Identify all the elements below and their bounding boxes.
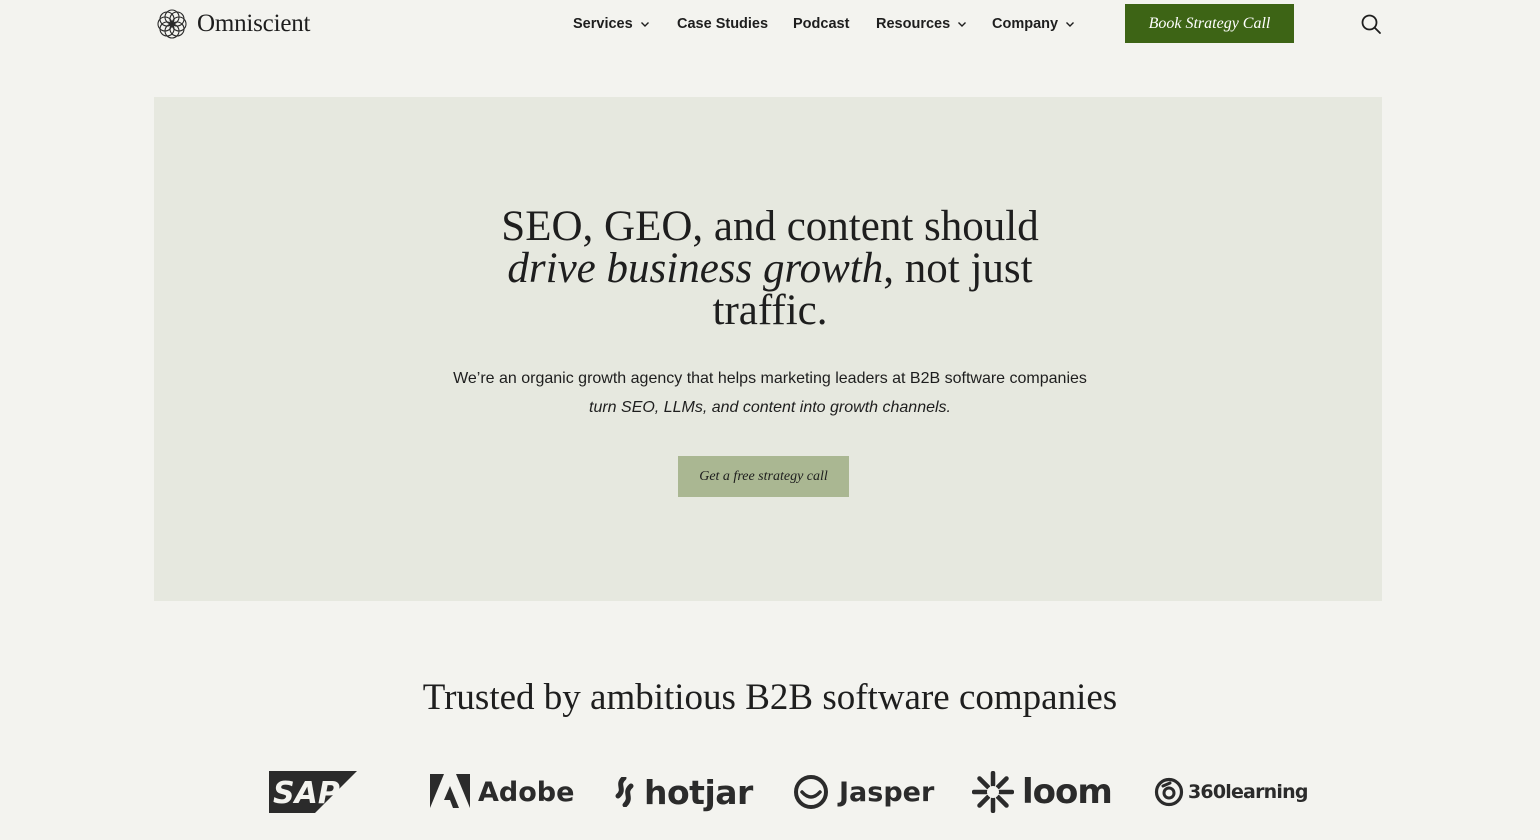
nav-item-label: Company <box>992 16 1059 32</box>
hero-subtitle-emphasis: turn SEO, LLMs, and content into growth … <box>589 399 951 416</box>
nav-item-podcast[interactable]: Podcast <box>793 14 849 34</box>
jasper-logo: Jasper <box>791 764 934 820</box>
nav-item-label: Resources <box>876 16 951 32</box>
free-strategy-call-button[interactable]: Get a free strategy call <box>678 456 849 497</box>
360learning-logo: 360learning <box>1154 764 1308 820</box>
sap-logo-text: SAP <box>273 776 340 811</box>
loom-logo: loom <box>972 764 1113 820</box>
nav-item-label: Podcast <box>793 16 850 32</box>
nav-item-services[interactable]: Services <box>573 14 650 34</box>
nav-item-label: Services <box>573 16 633 32</box>
hero-title-line1: SEO, GEO, and content should <box>501 203 1039 250</box>
chevron-down-icon <box>958 22 967 27</box>
hotjar-logo: hotjar <box>610 764 753 820</box>
nav-item-resources[interactable]: Resources <box>876 14 967 34</box>
hero-title-line3: traffic. <box>712 287 828 334</box>
adobe-logo-mark <box>430 774 470 808</box>
lattice-circle-icon <box>157 9 187 39</box>
site-header: Omniscient Services Case Studies Podcast… <box>0 0 1540 48</box>
hero-title-emphasis: drive business growth <box>507 245 884 292</box>
trusted-heading: Trusted by ambitious B2B software compan… <box>422 677 1118 718</box>
nav-item-label: Case Studies <box>677 16 769 32</box>
chevron-down-icon <box>640 22 649 27</box>
jasper-logo-text: Jasper <box>839 776 935 808</box>
hero-subtitle: We’re an organic growth agency that help… <box>0 364 1540 422</box>
nav-item-company[interactable]: Company <box>992 14 1075 34</box>
sap-logo: SAP <box>269 764 359 820</box>
client-logo-row: SAP Adobe hotjar Jasper loom 360learning <box>0 764 1540 820</box>
360learning-logo-mark <box>1154 777 1184 807</box>
brand-logo[interactable]: Omniscient <box>156 7 310 41</box>
hero-panel <box>154 97 1382 601</box>
hotjar-logo-text: hotjar <box>644 772 753 812</box>
hotjar-logo-mark <box>615 777 634 807</box>
hero-subtitle-text: We’re an organic growth agency that help… <box>453 370 1087 387</box>
brand-name: Omniscient <box>197 10 311 37</box>
adobe-logo-text: Adobe <box>478 776 575 808</box>
nav-item-case-studies[interactable]: Case Studies <box>677 14 768 34</box>
book-strategy-call-button[interactable]: Book Strategy Call <box>1125 4 1294 43</box>
hero-title-rest: , not just <box>883 245 1033 292</box>
jasper-logo-mark <box>794 775 828 809</box>
loom-logo-mark <box>972 771 1014 813</box>
360learning-logo-text: 360learning <box>1188 781 1308 803</box>
loom-logo-text: loom <box>1022 772 1113 812</box>
search-icon <box>1361 14 1381 34</box>
adobe-logo: Adobe <box>430 764 574 820</box>
hero-title: SEO, GEO, and content should drive busin… <box>0 203 1540 334</box>
chevron-down-icon <box>1066 22 1075 27</box>
sap-logo-mark: SAP <box>269 771 357 813</box>
search-button[interactable] <box>1358 11 1384 37</box>
